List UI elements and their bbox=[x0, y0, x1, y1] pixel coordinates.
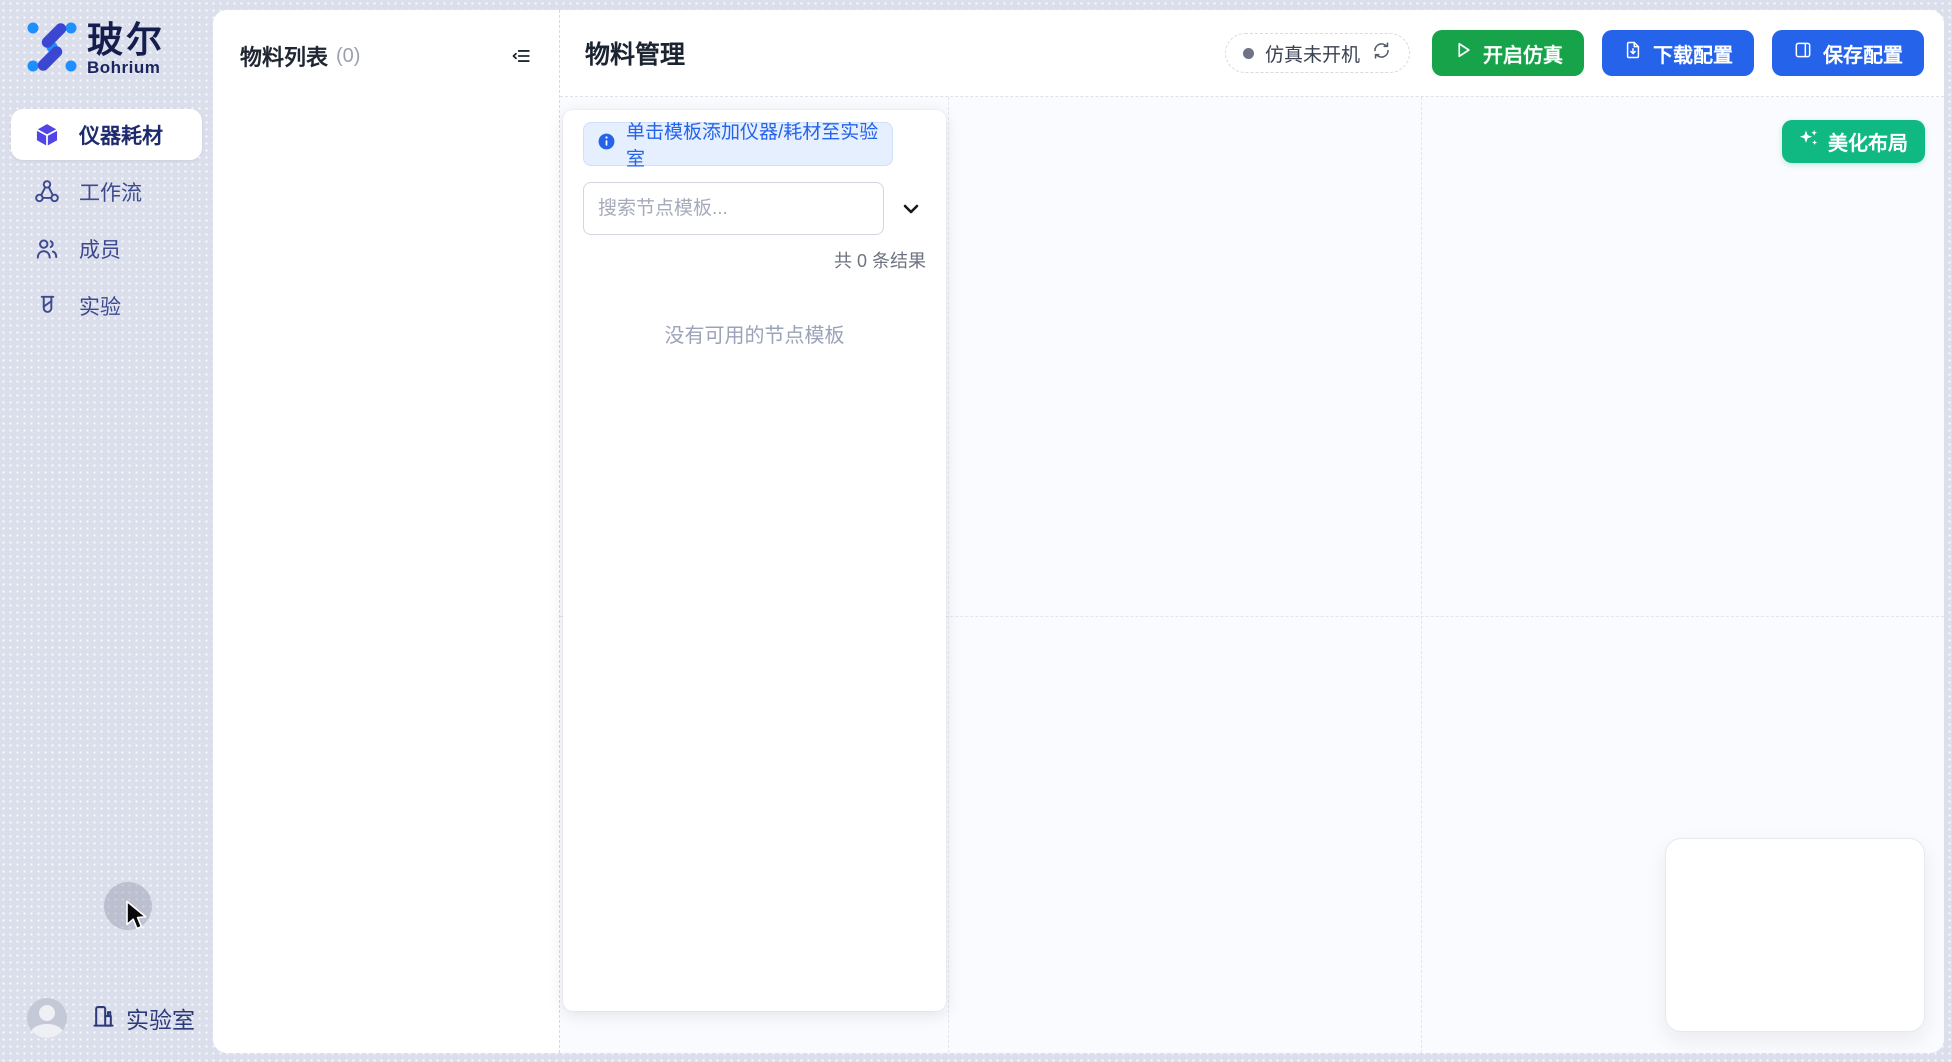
download-config-label: 下载配置 bbox=[1653, 39, 1733, 68]
play-icon bbox=[1453, 40, 1473, 66]
workflow-icon bbox=[34, 179, 60, 205]
sidebar-item-label: 成员 bbox=[79, 234, 121, 264]
file-download-icon bbox=[1623, 40, 1643, 66]
building-icon bbox=[90, 1002, 117, 1035]
sidebar-item-workflow[interactable]: 工作流 bbox=[11, 166, 202, 217]
start-simulation-button[interactable]: 开启仿真 bbox=[1432, 30, 1584, 76]
sidebar-item-instruments[interactable]: 仪器耗材 bbox=[11, 109, 202, 160]
materials-list-count: (0) bbox=[336, 45, 360, 68]
lab-entry-label: 实验室 bbox=[126, 1001, 195, 1035]
download-config-button[interactable]: 下载配置 bbox=[1602, 30, 1754, 76]
status-dot-icon bbox=[1243, 48, 1254, 59]
canvas-minimap[interactable] bbox=[1665, 838, 1925, 1032]
save-config-label: 保存配置 bbox=[1823, 39, 1903, 68]
empty-templates-message: 没有可用的节点模板 bbox=[583, 319, 926, 348]
sidebar-item-experiment[interactable]: 实验 bbox=[11, 280, 202, 331]
chevron-down-icon[interactable] bbox=[897, 194, 926, 224]
save-icon bbox=[1793, 40, 1813, 66]
start-simulation-label: 开启仿真 bbox=[1483, 39, 1563, 68]
template-hint-banner[interactable]: 单击模板添加仪器/耗材至实验室 bbox=[583, 122, 893, 166]
experiment-icon bbox=[34, 293, 60, 319]
info-icon bbox=[597, 132, 616, 157]
refresh-icon[interactable] bbox=[1371, 40, 1392, 66]
content-panel: 物料列表 (0) 物料管理 仿真未开机 bbox=[213, 10, 1944, 1053]
canvas-gridline bbox=[948, 97, 949, 1053]
save-config-button[interactable]: 保存配置 bbox=[1772, 30, 1924, 76]
simulation-status-label: 仿真未开机 bbox=[1265, 40, 1360, 67]
bohrium-logo-icon bbox=[26, 20, 78, 79]
brand-name-en: Bohrium bbox=[87, 58, 165, 78]
user-avatar[interactable] bbox=[27, 998, 67, 1038]
page-header: 物料管理 仿真未开机 bbox=[560, 10, 1944, 97]
sidebar: 玻尔 Bohrium 仪器耗材 工作流 bbox=[0, 0, 213, 1062]
cube-icon bbox=[34, 122, 60, 148]
sidebar-item-members[interactable]: 成员 bbox=[11, 223, 202, 274]
sparkles-icon bbox=[1799, 129, 1819, 154]
sidebar-item-label: 实验 bbox=[79, 291, 121, 321]
beautify-layout-label: 美化布局 bbox=[1828, 127, 1908, 156]
sidebar-item-label: 仪器耗材 bbox=[79, 120, 163, 150]
beautify-layout-button[interactable]: 美化布局 bbox=[1782, 120, 1925, 163]
layout-canvas[interactable]: 单击模板添加仪器/耗材至实验室 共 0 条结果 没有可用的节点模板 bbox=[560, 97, 1944, 1053]
collapse-panel-icon[interactable] bbox=[509, 44, 533, 68]
simulation-status-pill[interactable]: 仿真未开机 bbox=[1225, 33, 1410, 73]
lab-entry[interactable]: 实验室 bbox=[90, 1001, 195, 1035]
sidebar-nav: 仪器耗材 工作流 成员 bbox=[0, 109, 213, 331]
main-region: 物料管理 仿真未开机 bbox=[560, 10, 1944, 1053]
node-template-panel: 单击模板添加仪器/耗材至实验室 共 0 条结果 没有可用的节点模板 bbox=[563, 110, 946, 1011]
sidebar-footer: 实验室 bbox=[27, 998, 195, 1038]
materials-list-title: 物料列表 bbox=[240, 40, 328, 72]
brand-name-zh: 玻尔 bbox=[87, 21, 165, 59]
brand-logo: 玻尔 Bohrium bbox=[0, 0, 213, 79]
canvas-gridline bbox=[1421, 97, 1422, 1053]
sidebar-item-label: 工作流 bbox=[79, 177, 142, 207]
search-result-count: 共 0 条结果 bbox=[583, 247, 926, 273]
members-icon bbox=[34, 236, 60, 262]
materials-list-panel: 物料列表 (0) bbox=[213, 10, 560, 1053]
template-hint-text: 单击模板添加仪器/耗材至实验室 bbox=[626, 117, 879, 171]
page-title: 物料管理 bbox=[585, 35, 685, 71]
template-search-input[interactable] bbox=[583, 182, 884, 235]
